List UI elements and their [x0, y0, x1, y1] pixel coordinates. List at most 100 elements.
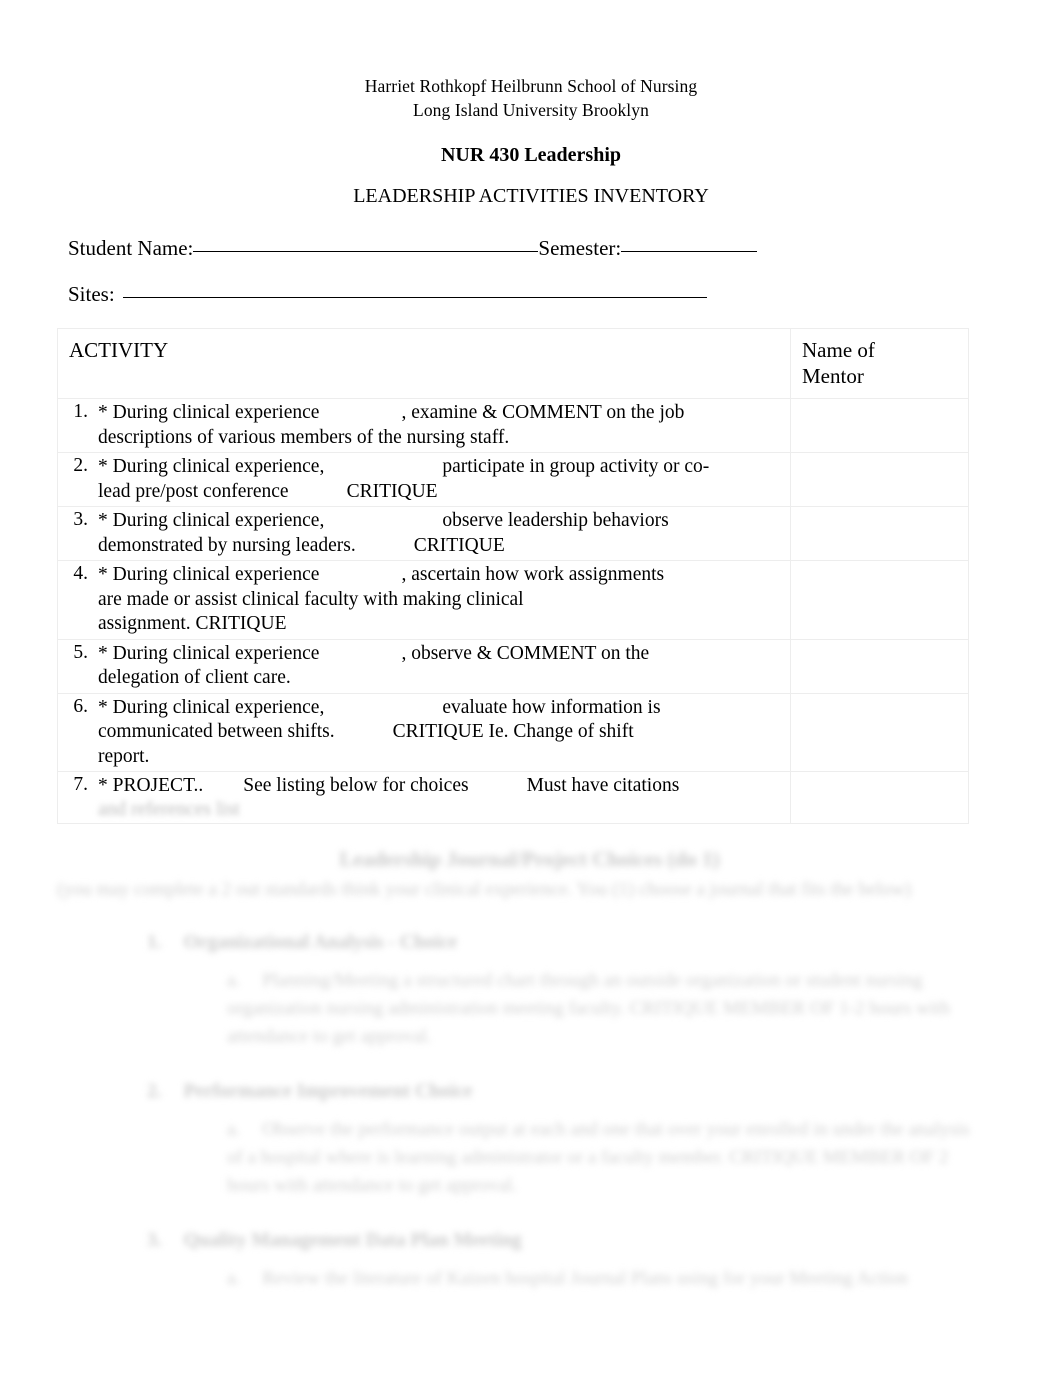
activity-cell: 4. * During clinical experience , ascertai…: [57, 560, 791, 640]
activity-item-body: * During clinical experience, observe lea…: [98, 509, 790, 558]
blurred-list-marker: 1.: [147, 932, 162, 953]
activity-text: are made or assist clinical faculty with…: [98, 588, 524, 610]
table-row: 5. * During clinical experience , observe …: [57, 638, 969, 694]
activity-text: * During clinical experience,: [98, 510, 325, 531]
activity-cell: 6. * During clinical experience, evaluate …: [57, 692, 791, 772]
page-title: LEADERSHIP ACTIVITIES INVENTORY: [353, 185, 709, 207]
activity-cell: 3. * During clinical experience, observe l…: [57, 506, 791, 561]
column-header-activity: ACTIVITY: [57, 328, 791, 399]
column-header-activity-label: ACTIVITY: [69, 338, 169, 362]
activity-text: * During clinical experience: [98, 564, 320, 585]
activities-table-container: ACTIVITY Name of Mentor 1. * During clini…: [0, 328, 1062, 824]
column-header-mentor-line-2: Mentor: [802, 364, 864, 388]
activities-table: ACTIVITY Name of Mentor 1. * During clini…: [57, 328, 969, 824]
school-name-line-1: Harriet Rothkopf Heilbrunn School of Nur…: [364, 76, 698, 96]
activity-text: * During clinical experience: [98, 642, 320, 664]
activity-item-number: 4.: [73, 563, 88, 584]
activity-item-body: * During clinical experience , ascertain …: [98, 563, 790, 637]
activities-table-body: 1. * During clinical experience , examine …: [57, 398, 969, 824]
activity-text: descriptions of various members of the n…: [98, 426, 510, 448]
blurred-list-label: Organizational Analysis - Choice: [183, 932, 458, 953]
activity-item-line: * During clinical experience, participate…: [98, 455, 782, 480]
activity-item: 1. * During clinical experience , examine …: [58, 399, 790, 452]
activity-item-line: * During clinical experience, observe lea…: [98, 509, 782, 534]
blurred-section-heading: Leadership Journal/Project Choices (do 1…: [339, 847, 720, 871]
activity-item-line: delegation of client care.: [98, 666, 782, 691]
activity-text: * PROJECT..: [98, 775, 204, 796]
activity-text: assignment. CRITIQUE: [98, 613, 287, 634]
blurred-list-marker: 2.: [147, 1081, 162, 1102]
semester-input[interactable]: [621, 250, 758, 252]
activity-item: 4. * During clinical experience , ascertai…: [58, 561, 790, 639]
blurred-sub-marker: a.: [227, 970, 241, 991]
blurred-sub-text: Planning/Meeting a structured chart thro…: [227, 970, 950, 1047]
document-page: Harriet Rothkopf Heilbrunn School of Nur…: [0, 0, 1062, 1377]
semester-label: Semester:: [538, 236, 622, 260]
table-header-row: ACTIVITY Name of Mentor: [57, 328, 969, 399]
sites-row: Sites:: [68, 279, 1002, 309]
activity-item-line: * During clinical experience , examine & …: [98, 401, 782, 426]
activity-text: delegation of client care.: [98, 667, 291, 688]
student-name-label: Student Name:: [68, 236, 194, 260]
activity-item-line: assignment. CRITIQUE: [98, 612, 782, 637]
activity-item: 3. * During clinical experience, observe l…: [58, 507, 790, 560]
activity-item-number: 5.: [73, 641, 88, 663]
blurred-list-item: 1. Organizational Analysis - Choice: [147, 930, 1002, 955]
column-header-mentor-label: Name of Mentor: [791, 329, 968, 398]
mentor-cell[interactable]: [790, 506, 969, 561]
blurred-sub-marker: a.: [227, 1119, 241, 1140]
activity-item: 5. * During clinical experience , observe …: [58, 640, 790, 693]
activity-cell: 5. * During clinical experience , observe …: [57, 638, 791, 694]
activity-cell: 1. * During clinical experience , examine …: [57, 398, 791, 453]
column-header-mentor: Name of Mentor: [790, 328, 969, 399]
activity-text: observe leadership behaviors: [442, 510, 669, 531]
mentor-cell[interactable]: [790, 398, 969, 453]
sites-input[interactable]: [122, 296, 707, 298]
blurred-list-item: 2. Performance Improvement Choice: [147, 1079, 1002, 1104]
table-row: 2. * During clinical experience, participa…: [57, 452, 969, 507]
activity-item: 7. * PROJECT.. See listing below for choic…: [58, 772, 790, 823]
table-row: 3. * During clinical experience, observe l…: [57, 506, 969, 561]
mentor-cell[interactable]: [790, 560, 969, 640]
blurred-sub-text: Review the literature of Kaizen hospital…: [262, 1268, 909, 1289]
activity-cell: 2. * During clinical experience, participa…: [57, 452, 791, 507]
mentor-cell[interactable]: [790, 638, 969, 694]
blurred-content-section: Leadership Journal/Project Choices (do 1…: [0, 846, 1062, 1293]
student-name-input[interactable]: [193, 250, 539, 252]
activity-item-body: * PROJECT.. See listing below for choices…: [98, 774, 790, 821]
student-semester-row: Student Name: Semester:: [68, 233, 1002, 263]
activity-item-faded-text: and references list: [98, 798, 240, 820]
activity-text: , observe & COMMENT on the: [401, 642, 650, 664]
activity-text: evaluate how information is: [442, 696, 661, 718]
activity-text: CRITIQUE: [346, 480, 438, 502]
table-row: 1. * During clinical experience , examine …: [57, 398, 969, 453]
activity-text: * During clinical experience,: [98, 696, 325, 718]
activity-item-line: descriptions of various members of the n…: [98, 426, 782, 451]
activity-text: , examine & COMMENT on the job: [401, 402, 685, 423]
mentor-cell[interactable]: [790, 771, 969, 824]
column-header-mentor-line-1: Name of: [802, 338, 875, 362]
blurred-sub-item: a. Observe the performance output at each…: [227, 1116, 982, 1200]
table-row: 6. * During clinical experience, evaluate …: [57, 692, 969, 772]
blurred-list-label: Performance Improvement Choice: [183, 1081, 473, 1102]
activity-text: CRITIQUE: [413, 534, 505, 556]
blurred-sub-item: a. Planning/Meeting a structured chart th…: [227, 967, 982, 1051]
activity-text: participate in group activity or co-: [442, 456, 710, 477]
blurred-list-item: 3. Quality Management Data Plan Meeting: [147, 1228, 1002, 1253]
activity-item-number: 3.: [73, 509, 88, 530]
document-header: Harriet Rothkopf Heilbrunn School of Nur…: [0, 0, 1062, 209]
activity-item-number: 1.: [73, 401, 88, 422]
activity-text: * During clinical experience: [98, 402, 320, 423]
activity-text: , ascertain how work assignments: [401, 564, 665, 585]
activity-item-line: * PROJECT.. See listing below for choices…: [98, 774, 782, 799]
mentor-cell[interactable]: [790, 452, 969, 507]
activity-item-line: * During clinical experience , observe & …: [98, 642, 782, 667]
table-row: 7. * PROJECT.. See listing below for choic…: [57, 771, 969, 824]
activity-item-line: communicated between shifts. CRITIQUE Ie.…: [98, 720, 782, 745]
activity-item-body: * During clinical experience, participate…: [98, 455, 790, 504]
mentor-cell[interactable]: [790, 692, 969, 772]
activity-item-body: * During clinical experience , observe & …: [98, 642, 790, 691]
activity-item-body: * During clinical experience , examine & …: [98, 401, 790, 450]
activity-item-line: lead pre/post conference CRITIQUE: [98, 480, 782, 505]
activity-text: Must have citations: [526, 775, 680, 796]
